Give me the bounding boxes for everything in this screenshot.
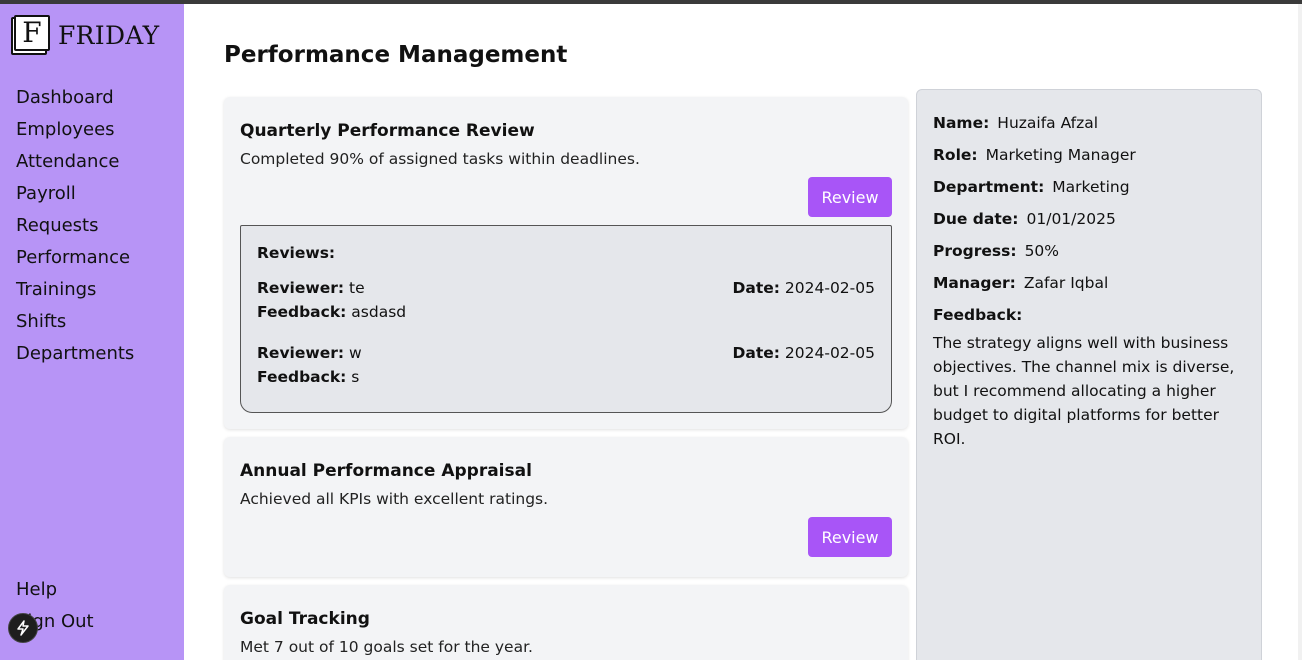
card-title: Goal Tracking bbox=[240, 609, 370, 629]
review-button[interactable]: Review bbox=[808, 517, 892, 557]
feedback-label: Feedback: bbox=[257, 303, 347, 321]
card-description: Completed 90% of assigned tasks within d… bbox=[240, 150, 640, 168]
performance-card: Annual Performance Appraisal Achieved al… bbox=[224, 437, 908, 577]
sidebar-item-departments[interactable]: Departments bbox=[16, 338, 134, 370]
app-logo[interactable]: F FRIDAY bbox=[11, 15, 159, 55]
detail-feedback-text: The strategy aligns well with business o… bbox=[933, 334, 1235, 448]
card-description: Met 7 out of 10 goals set for the year. bbox=[240, 638, 533, 656]
review-feedback: s bbox=[351, 368, 360, 386]
review-date: 2024-02-05 bbox=[784, 344, 875, 362]
reviewer-name: w bbox=[349, 344, 362, 362]
detail-role: Role: Marketing Manager bbox=[933, 146, 1136, 164]
reviews-heading: Reviews: bbox=[257, 244, 336, 262]
review-feedback: asdasd bbox=[351, 303, 407, 321]
sidebar-item-help[interactable]: Help bbox=[16, 574, 94, 606]
sidebar-nav: Dashboard Employees Attendance Payroll R… bbox=[16, 82, 134, 370]
review-entry: Reviewer: te Date: 2024-02-05 Feedback: … bbox=[257, 276, 875, 324]
sidebar-item-requests[interactable]: Requests bbox=[16, 210, 134, 242]
date-label: Date: bbox=[732, 344, 780, 362]
detail-due-date: Due date: 01/01/2025 bbox=[933, 210, 1116, 228]
sidebar-item-attendance[interactable]: Attendance bbox=[16, 146, 134, 178]
scrollbar[interactable] bbox=[1298, 4, 1302, 660]
page-title: Performance Management bbox=[224, 42, 568, 68]
lightning-bolt-icon[interactable] bbox=[8, 613, 38, 643]
card-description: Achieved all KPIs with excellent ratings… bbox=[240, 490, 549, 508]
review-entry: Reviewer: w Date: 2024-02-05 Feedback: s bbox=[257, 341, 875, 389]
performance-details-panel: Name: Huzaifa Afzal Role: Marketing Manage… bbox=[916, 89, 1262, 660]
detail-feedback-label: Feedback: bbox=[933, 306, 1023, 324]
sidebar-item-shifts[interactable]: Shifts bbox=[16, 306, 134, 338]
sidebar-item-performance[interactable]: Performance bbox=[16, 242, 134, 274]
date-label: Date: bbox=[732, 279, 780, 297]
reviewer-name: te bbox=[349, 279, 365, 297]
detail-manager: Manager: Zafar Iqbal bbox=[933, 274, 1109, 292]
card-title: Quarterly Performance Review bbox=[240, 121, 535, 141]
sidebar: F FRIDAY Dashboard Employees Attendance … bbox=[0, 4, 184, 660]
app-name: FRIDAY bbox=[58, 20, 160, 50]
feedback-label: Feedback: bbox=[257, 368, 347, 386]
logo-icon: F bbox=[11, 15, 51, 55]
detail-progress: Progress: 50% bbox=[933, 242, 1060, 260]
sidebar-item-payroll[interactable]: Payroll bbox=[16, 178, 134, 210]
performance-card: Goal Tracking Met 7 out of 10 goals set … bbox=[224, 585, 908, 660]
reviewer-label: Reviewer: bbox=[257, 279, 345, 297]
performance-card: Quarterly Performance Review Completed 9… bbox=[224, 97, 908, 429]
detail-department: Department: Marketing bbox=[933, 178, 1130, 196]
sidebar-item-trainings[interactable]: Trainings bbox=[16, 274, 134, 306]
review-date: 2024-02-05 bbox=[784, 279, 875, 297]
window-top-border bbox=[0, 0, 1302, 4]
card-title: Annual Performance Appraisal bbox=[240, 461, 532, 481]
review-button[interactable]: Review bbox=[808, 177, 892, 217]
sidebar-item-employees[interactable]: Employees bbox=[16, 114, 134, 146]
detail-name: Name: Huzaifa Afzal bbox=[933, 114, 1099, 132]
reviewer-label: Reviewer: bbox=[257, 344, 345, 362]
reviews-panel: Reviews: Reviewer: te Date: 2024-02-05 F… bbox=[240, 225, 892, 413]
sidebar-item-dashboard[interactable]: Dashboard bbox=[16, 82, 134, 114]
